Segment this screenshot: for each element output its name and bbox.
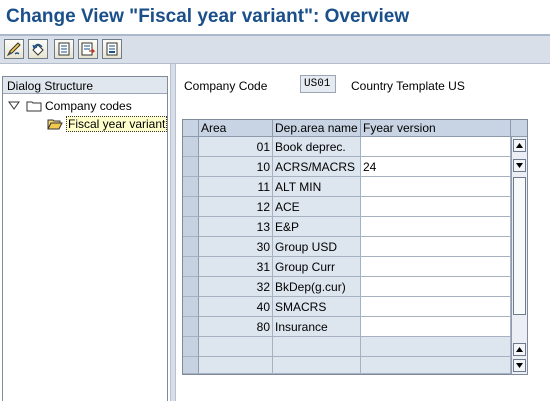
row-selector[interactable]	[183, 197, 199, 217]
arrow-up-icon	[516, 347, 523, 352]
undo-button[interactable]	[28, 39, 48, 59]
cell-area: 30	[199, 237, 273, 257]
row-selector[interactable]	[183, 277, 199, 297]
row-selector	[183, 357, 199, 374]
scroll-down-button[interactable]	[513, 159, 526, 172]
application-toolbar	[0, 36, 550, 64]
cell-fyear-version[interactable]	[361, 217, 511, 237]
cell-dep-area-name: ALT MIN	[273, 177, 361, 197]
cell-fyear-version	[361, 337, 511, 357]
fiscal-year-table: Area Dep.area name Fyear version 01 Book…	[182, 119, 528, 375]
tree-item-label: Fiscal year variant	[66, 116, 168, 132]
cell-dep-area-name: Group Curr	[273, 257, 361, 277]
page-title: Change View "Fiscal year variant": Overv…	[6, 6, 410, 27]
cell-area: 01	[199, 137, 273, 157]
expand-triangle-icon[interactable]	[8, 100, 20, 112]
change-display-icon	[6, 42, 21, 57]
column-header-dep-area-name[interactable]: Dep.area name	[273, 120, 361, 137]
cell-fyear-version[interactable]	[361, 237, 511, 257]
cell-dep-area-name: ACE	[273, 197, 361, 217]
undo-icon	[32, 43, 44, 56]
cell-dep-area-name: Book deprec.	[273, 137, 361, 157]
row-selector[interactable]	[183, 157, 199, 177]
cell-dep-area-name: Insurance	[273, 317, 361, 337]
row-selector[interactable]	[183, 217, 199, 237]
document-export-icon	[81, 42, 96, 56]
page-down-button[interactable]	[513, 359, 526, 372]
row-selector[interactable]	[183, 337, 199, 357]
row-selector[interactable]	[183, 317, 199, 337]
empty-cell	[199, 357, 273, 374]
cell-dep-area-name: BkDep(g.cur)	[273, 277, 361, 297]
cell-dep-area-name: E&P	[273, 217, 361, 237]
cell-dep-area-name: ACRS/MACRS	[273, 157, 361, 177]
cell-area: 13	[199, 217, 273, 237]
cell-fyear-version[interactable]	[361, 317, 511, 337]
panel-splitter[interactable]	[170, 64, 176, 401]
arrow-down-icon	[516, 363, 523, 368]
cell-dep-area-name: Group USD	[273, 237, 361, 257]
cell-area: 31	[199, 257, 273, 277]
tree-item-label: Company codes	[45, 99, 132, 113]
cell-area: 12	[199, 197, 273, 217]
cell-area: 11	[199, 177, 273, 197]
cell-dep-area-name	[273, 337, 361, 357]
cell-fyear-version[interactable]	[361, 257, 511, 277]
copy-as-button[interactable]	[78, 39, 98, 59]
cell-area: 80	[199, 317, 273, 337]
folder-icon	[26, 101, 42, 112]
cell-fyear-version[interactable]	[361, 277, 511, 297]
new-entries-button[interactable]	[54, 39, 74, 59]
arrow-up-icon	[516, 143, 523, 148]
open-folder-icon	[47, 119, 63, 130]
row-selector[interactable]	[183, 237, 199, 257]
cell-fyear-version[interactable]: 24	[361, 157, 511, 177]
dialog-structure-header: Dialog Structure	[3, 77, 167, 94]
cell-fyear-version[interactable]	[361, 297, 511, 317]
tree-item-company-codes[interactable]: Company codes	[8, 97, 132, 115]
change-display-button[interactable]	[4, 39, 24, 59]
company-code-description: Country Template US	[351, 79, 465, 93]
cell-dep-area-name: SMACRS	[273, 297, 361, 317]
column-settings-cell[interactable]	[511, 120, 527, 137]
delete-button[interactable]	[102, 39, 122, 59]
cell-area	[199, 337, 273, 357]
cell-area: 10	[199, 157, 273, 177]
select-all-cell[interactable]	[183, 120, 199, 137]
row-selector[interactable]	[183, 257, 199, 277]
row-selector[interactable]	[183, 137, 199, 157]
dialog-structure-panel: Dialog Structure Company codes Fiscal ye…	[2, 76, 168, 401]
title-bar: Change View "Fiscal year variant": Overv…	[0, 0, 550, 35]
document-icon	[58, 42, 70, 56]
main-area: Dialog Structure Company codes Fiscal ye…	[0, 64, 550, 401]
page-up-button[interactable]	[513, 343, 526, 356]
column-header-area[interactable]: Area	[199, 120, 273, 137]
column-header-fyear-version[interactable]: Fyear version	[361, 120, 511, 137]
company-code-field: US01	[300, 75, 336, 93]
tree-item-fiscal-year-variant[interactable]: Fiscal year variant	[47, 115, 168, 133]
cell-fyear-version[interactable]	[361, 177, 511, 197]
table-vertical-scrollbar[interactable]	[511, 137, 527, 374]
row-selector[interactable]	[183, 297, 199, 317]
arrow-down-icon	[516, 163, 523, 168]
scroll-thumb[interactable]	[513, 177, 526, 315]
empty-cell	[273, 357, 361, 374]
cell-fyear-version[interactable]	[361, 197, 511, 217]
cell-area: 32	[199, 277, 273, 297]
cell-fyear-version[interactable]	[361, 137, 511, 157]
document-list-icon	[106, 42, 118, 56]
scroll-up-button[interactable]	[513, 139, 526, 152]
row-selector[interactable]	[183, 177, 199, 197]
company-code-label: Company Code	[184, 79, 268, 93]
empty-cell	[361, 357, 511, 374]
cell-area: 40	[199, 297, 273, 317]
